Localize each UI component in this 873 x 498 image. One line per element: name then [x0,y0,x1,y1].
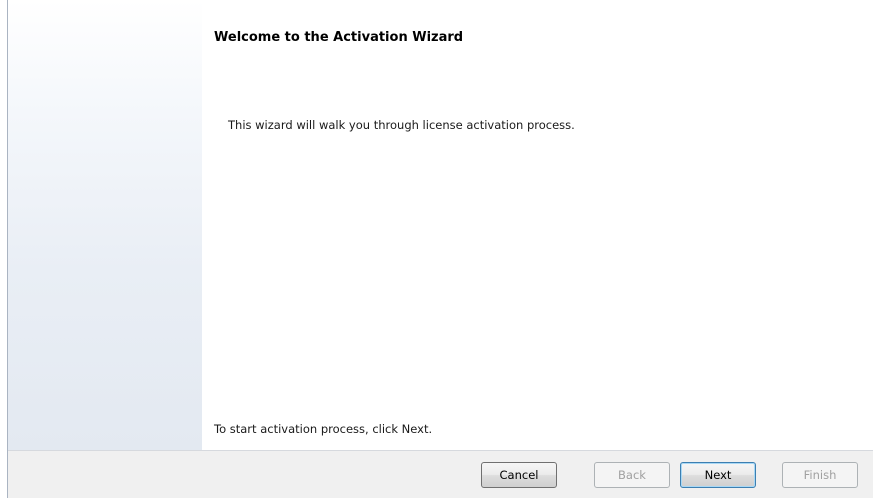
wizard-content-area: Welcome to the Activation Wizard This wi… [202,0,873,450]
next-button[interactable]: Next [680,462,756,488]
wizard-side-panel [8,0,202,450]
instruction-text: To start activation process, click Next. [214,422,433,436]
cancel-button[interactable]: Cancel [481,462,557,488]
activation-wizard-window: Welcome to the Activation Wizard This wi… [0,0,873,498]
finish-button[interactable]: Finish [782,462,858,488]
window-left-edge [0,0,7,498]
back-button[interactable]: Back [594,462,670,488]
intro-text: This wizard will walk you through licens… [228,118,575,132]
page-title: Welcome to the Activation Wizard [214,30,464,45]
wizard-button-bar: Cancel Back Next Finish [8,450,873,498]
